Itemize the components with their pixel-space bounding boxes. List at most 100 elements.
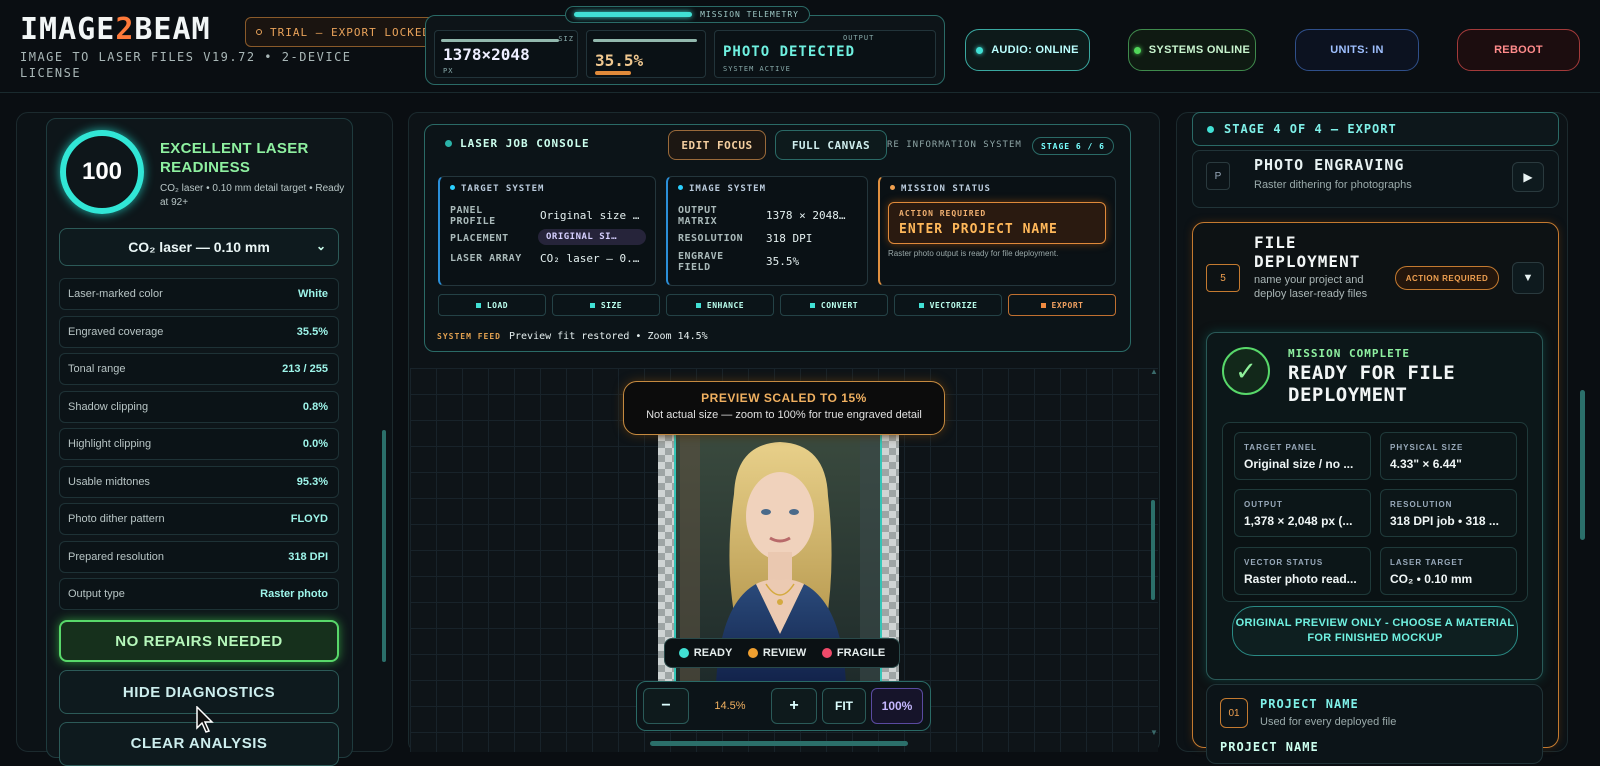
chevron-down-icon: ⌄: [315, 239, 326, 253]
telemetry-size: SIZ 1378×2048 PX: [434, 30, 578, 78]
no-repairs-needed-button[interactable]: NO REPAIRS NEEDED: [59, 620, 339, 662]
stat-value: 318 DPI: [288, 550, 328, 563]
coverage-bar: [595, 71, 631, 75]
scroll-up-icon[interactable]: ▲: [1150, 367, 1158, 376]
telemetry-coverage: 35.5%: [586, 30, 706, 78]
edit-focus-button[interactable]: EDIT FOCUS: [668, 130, 766, 160]
mouse-cursor-icon: [196, 706, 214, 733]
stat-row: Output type Raster photo: [59, 578, 339, 610]
mission-complete-label: MISSION COMPLETE: [1288, 347, 1410, 360]
placement-chip[interactable]: ORIGINAL SI…: [538, 229, 646, 245]
zoom-100-button[interactable]: 100%: [871, 688, 923, 724]
preview-scaled-banner: PREVIEW SCALED TO 15% Not actual size — …: [623, 381, 945, 435]
system-feed: SYSTEM FEED Preview fit restored • Zoom 1…: [437, 331, 708, 342]
readiness-description: CO₂ laser • 0.10 mm detail target • Read…: [160, 183, 345, 208]
original-preview-button[interactable]: ORIGINAL PREVIEW ONLY - CHOOSE A MATERIA…: [1232, 606, 1518, 656]
enter-project-name-action[interactable]: ACTION REQUIRED ENTER PROJECT NAME: [888, 202, 1106, 244]
project-step-badge: 01: [1220, 698, 1248, 728]
ready-for-deployment-title: READY FOR FILE DEPLOYMENT: [1288, 362, 1456, 406]
legend-fragile: FRAGILE: [821, 647, 885, 659]
canvas-vertical-scrollbar[interactable]: [1151, 500, 1155, 600]
systems-status-button[interactable]: SYSTEMS ONLINE: [1128, 29, 1256, 71]
legend-ready: READY: [678, 647, 732, 659]
stat-value: Raster photo: [260, 588, 328, 600]
reboot-button[interactable]: REBOOT: [1457, 29, 1580, 71]
stat-value: 213 / 255: [282, 363, 328, 375]
readiness-score: 100: [60, 130, 144, 214]
play-icon[interactable]: ▶: [1512, 162, 1544, 192]
stat-value: 35.5%: [296, 325, 328, 338]
stat-row: Shadow clipping 0.8%: [59, 390, 339, 423]
action-required-badge: ACTION REQUIRED: [1395, 266, 1499, 290]
coverage-value: 35.5%: [595, 51, 644, 70]
stat-value: FLOYD: [290, 513, 328, 525]
step-enhance-button[interactable]: ENHANCE: [666, 294, 774, 316]
stat-label: Laser-marked color: [68, 288, 163, 300]
photo-badge: P: [1206, 162, 1230, 190]
full-canvas-button[interactable]: FULL CANVAS: [775, 130, 887, 160]
summary-vector-status: VECTOR STATUS Raster photo read...: [1234, 547, 1371, 595]
step-number-badge: 5: [1206, 264, 1240, 292]
stat-value: White: [298, 288, 328, 300]
scroll-down-icon[interactable]: ▼: [1150, 728, 1158, 737]
stat-row: Engraved coverage 35.5%: [59, 315, 339, 348]
audio-status-button[interactable]: AUDIO: ONLINE: [965, 29, 1090, 71]
stat-label: Output type: [68, 588, 125, 600]
step-size-button[interactable]: SIZE: [552, 294, 660, 316]
header-divider: [0, 92, 1600, 93]
summary-physical-size: PHYSICAL SIZE 4.33" × 6.44": [1380, 432, 1517, 480]
file-deployment-title: FILE DEPLOYMENT: [1254, 233, 1361, 271]
size-value: 1378×2048: [443, 45, 530, 64]
dot-icon: [821, 648, 832, 658]
summary-output: OUTPUT 1,378 × 2,048 px (...: [1234, 489, 1371, 537]
left-scrollbar[interactable]: [382, 430, 386, 662]
mission-note: Raster photo output is ready for file de…: [888, 249, 1059, 258]
status-dot-icon: [1133, 46, 1141, 54]
step-vectorize-button[interactable]: VECTORIZE: [894, 294, 1002, 316]
check-icon: ✓: [1222, 347, 1270, 395]
project-name-subtitle: Used for every deployed file: [1260, 716, 1397, 728]
legend-review: REVIEW: [747, 647, 806, 659]
stat-value: 0.0%: [302, 438, 328, 450]
chevron-down-icon[interactable]: ▼: [1512, 262, 1544, 294]
dot-icon: [678, 648, 689, 658]
canvas-horizontal-scrollbar[interactable]: [650, 741, 908, 746]
fit-button[interactable]: FIT: [822, 688, 866, 724]
stat-label: Photo dither pattern: [68, 513, 165, 525]
summary-laser-target: LASER TARGET CO₂ • 0.10 mm: [1380, 547, 1517, 595]
dot-icon: [747, 648, 758, 658]
stat-row: Usable midtones 95.3%: [59, 465, 339, 498]
stat-row: Tonal range 213 / 255: [59, 353, 339, 385]
trial-label: TRIAL — EXPORT LOCKED: [270, 25, 431, 39]
output-value: PHOTO DETECTED: [723, 44, 856, 60]
laser-select[interactable]: CO₂ laser — 0.10 mm ⌄: [59, 228, 339, 266]
right-scrollbar[interactable]: [1580, 390, 1585, 540]
zoom-in-button[interactable]: +: [771, 688, 817, 724]
project-name-title: PROJECT NAME: [1260, 697, 1359, 711]
stat-row: Laser-marked color White: [59, 278, 339, 310]
stage-badge: STAGE 6 / 6: [1032, 137, 1114, 155]
photo-engraving-subtitle: Raster dithering for photographs: [1254, 179, 1412, 191]
summary-resolution: RESOLUTION 318 DPI job • 318 ...: [1380, 489, 1517, 537]
units-button[interactable]: UNITS: IN: [1295, 29, 1419, 71]
stat-value: 95.3%: [296, 475, 328, 488]
circle-icon: [256, 29, 262, 35]
telemetry-label: MISSION TELEMETRY: [565, 6, 810, 23]
telemetry-output: OUTPUT PHOTO DETECTED SYSTEM ACTIVE: [714, 30, 936, 78]
stat-row: Photo dither pattern FLOYD: [59, 503, 339, 535]
photo-engraving-title: PHOTO ENGRAVING: [1254, 156, 1405, 174]
stat-label: Usable midtones: [68, 475, 150, 488]
stat-row: Prepared resolution 318 DPI: [59, 540, 339, 573]
stat-label: Engraved coverage: [68, 325, 164, 338]
trial-badge: TRIAL — EXPORT LOCKED: [245, 17, 435, 47]
stat-label: Tonal range: [68, 363, 126, 375]
step-load-button[interactable]: LOAD: [438, 294, 546, 316]
step-export-button[interactable]: EXPORT: [1008, 294, 1116, 316]
step-convert-button[interactable]: CONVERT: [780, 294, 888, 316]
telemetry-glow-bar: [574, 12, 692, 17]
quality-legend: READY REVIEW FRAGILE: [664, 638, 900, 668]
zoom-out-button[interactable]: −: [643, 688, 689, 724]
app-subtitle: IMAGE TO LASER FILES V19.72 • 2-DEVICE L…: [20, 50, 352, 80]
stage-header: STAGE 4 OF 4 — EXPORT: [1192, 112, 1559, 146]
status-dot-icon: [976, 46, 984, 54]
